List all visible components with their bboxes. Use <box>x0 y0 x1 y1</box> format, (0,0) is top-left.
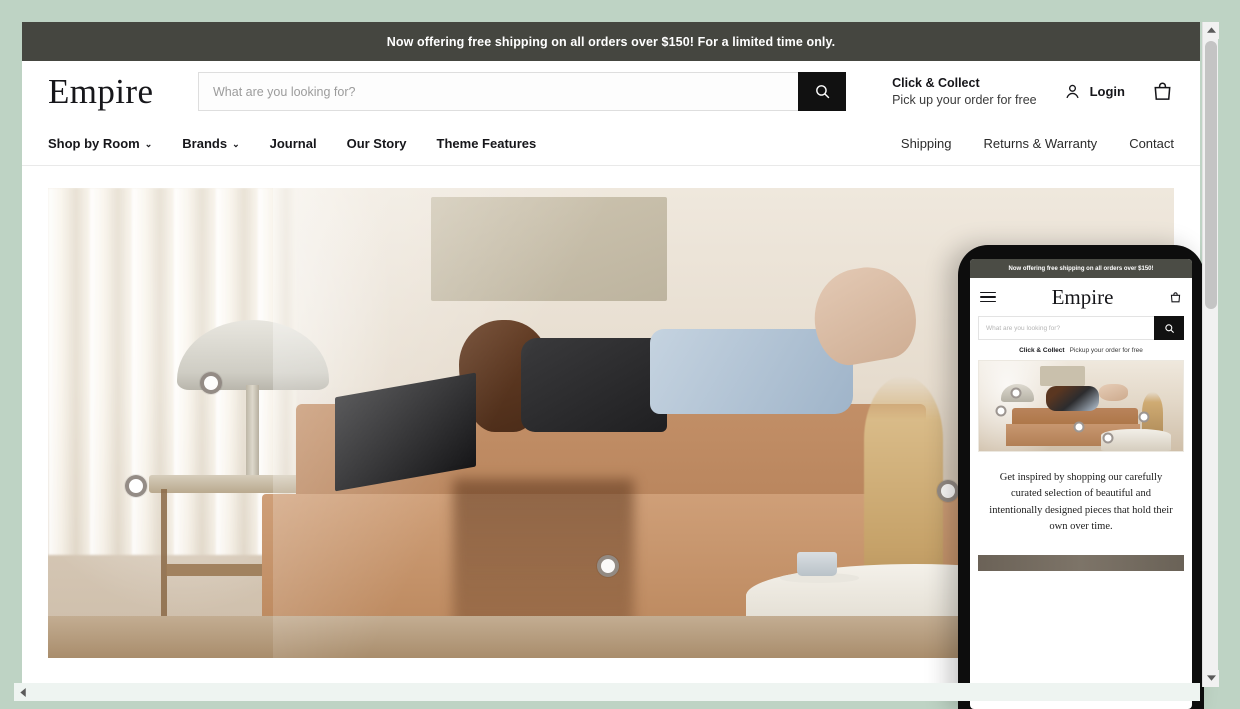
phone-click-and-collect[interactable]: Click & Collect Pickup your order for fr… <box>970 340 1192 360</box>
phone-wall-art-decor <box>1040 366 1086 387</box>
site-header: Empire Click & Collect Pick up your orde… <box>22 61 1200 122</box>
click-collect-title: Click & Collect <box>892 75 980 90</box>
user-icon <box>1065 84 1079 99</box>
phone-hotspot-lamp-base[interactable] <box>995 405 1007 417</box>
phone-click-collect-title: Click & Collect <box>1019 347 1065 354</box>
announcement-text: Now offering free shipping on all orders… <box>386 34 836 49</box>
search-submit-button[interactable] <box>798 72 846 111</box>
chevron-up-icon <box>1206 27 1216 33</box>
nav-item-shipping[interactable]: Shipping <box>901 136 952 151</box>
main-navigation: Shop by Room ⌄ Brands ⌄ Journal Our Stor… <box>22 122 1200 166</box>
phone-bottom-section <box>978 555 1184 572</box>
nav-label: Our Story <box>346 136 407 151</box>
shopping-bag-icon <box>1154 82 1171 100</box>
chevron-down-icon: ⌄ <box>144 139 153 149</box>
phone-hotspot-plant[interactable] <box>1138 411 1150 423</box>
hotspot-lamp[interactable] <box>200 372 223 395</box>
site-logo[interactable]: Empire <box>48 74 182 109</box>
search-bar <box>198 72 846 111</box>
nav-item-theme-features[interactable]: Theme Features <box>437 136 537 151</box>
scroll-up-button[interactable] <box>1203 22 1219 39</box>
phone-hotspot-lamp-top[interactable] <box>1010 387 1022 399</box>
table-lamp-stem <box>246 385 259 489</box>
hamburger-menu-icon[interactable] <box>980 291 996 303</box>
click-collect-subtitle: Pick up your order for free <box>892 92 1037 107</box>
phone-person <box>1046 386 1100 412</box>
nav-primary: Shop by Room ⌄ Brands ⌄ Journal Our Stor… <box>48 136 536 151</box>
nav-label: Contact <box>1129 136 1174 151</box>
nav-label: Shop by Room <box>48 136 140 151</box>
vertical-scrollbar-thumb[interactable] <box>1205 41 1217 309</box>
hotspot-sofa[interactable] <box>596 555 619 578</box>
announcement-bar: Now offering free shipping on all orders… <box>22 22 1200 61</box>
nav-label: Journal <box>269 136 317 151</box>
phone-screen: Now offering free shipping on all orders… <box>970 259 1192 709</box>
phone-announcement-bar: Now offering free shipping on all orders… <box>970 259 1192 278</box>
nav-secondary: Shipping Returns & Warranty Contact <box>901 136 1174 151</box>
phone-hotspot-sofa[interactable] <box>1073 421 1085 433</box>
vertical-scrollbar[interactable] <box>1202 22 1219 687</box>
nav-item-returns-warranty[interactable]: Returns & Warranty <box>984 136 1098 151</box>
nav-item-our-story[interactable]: Our Story <box>347 136 407 151</box>
scroll-down-button[interactable] <box>1203 670 1219 687</box>
screen: Now offering free shipping on all orders… <box>0 0 1240 709</box>
phone-search-submit-button[interactable] <box>1154 316 1184 340</box>
phone-header: Empire <box>970 278 1192 316</box>
nav-item-brands[interactable]: Brands ⌄ <box>182 136 239 151</box>
horizontal-scrollbar[interactable] <box>14 683 1200 701</box>
nav-label: Brands <box>182 136 228 151</box>
nav-item-journal[interactable]: Journal <box>270 136 317 151</box>
nav-label: Shipping <box>900 136 952 151</box>
search-icon <box>1164 323 1174 333</box>
nav-label: Theme Features <box>436 136 537 151</box>
scroll-left-button[interactable] <box>14 683 32 701</box>
click-and-collect[interactable]: Click & Collect Pick up your order for f… <box>892 75 1037 109</box>
person-shirt <box>520 338 668 433</box>
phone-search-input[interactable] <box>978 316 1154 340</box>
hotspot-plant[interactable] <box>936 480 959 503</box>
phone-hotspot-table[interactable] <box>1102 432 1114 444</box>
nav-item-contact[interactable]: Contact <box>1129 136 1174 151</box>
nav-item-shop-by-room[interactable]: Shop by Room ⌄ <box>48 136 152 151</box>
wall-art-decor <box>430 197 668 301</box>
phone-hero-image <box>978 360 1184 452</box>
search-icon <box>815 85 829 99</box>
login-button[interactable]: Login <box>1063 82 1125 101</box>
chevron-down-icon <box>1206 675 1216 681</box>
phone-announcement-text: Now offering free shipping on all orders… <box>1008 265 1154 272</box>
chevron-down-icon: ⌄ <box>232 139 240 149</box>
nav-label: Returns & Warranty <box>983 136 1098 151</box>
coffee-cup-decor <box>796 552 838 576</box>
chevron-left-icon <box>19 687 26 697</box>
mobile-preview-mockup: Now offering free shipping on all orders… <box>958 245 1204 709</box>
hotspot-side-table[interactable] <box>124 475 147 498</box>
phone-search-bar <box>978 316 1184 340</box>
cart-button[interactable] <box>1151 80 1174 103</box>
shopping-bag-icon[interactable] <box>1169 291 1182 304</box>
phone-click-collect-subtitle: Pickup your order for free <box>1069 347 1143 354</box>
login-label: Login <box>1089 84 1125 99</box>
phone-person-legs <box>1099 384 1128 401</box>
search-input[interactable] <box>198 72 798 111</box>
header-actions: Click & Collect Pick up your order for f… <box>892 75 1174 109</box>
phone-logo[interactable]: Empire <box>1052 286 1114 308</box>
phone-body-text: Get inspired by shopping our carefully c… <box>989 472 1173 532</box>
